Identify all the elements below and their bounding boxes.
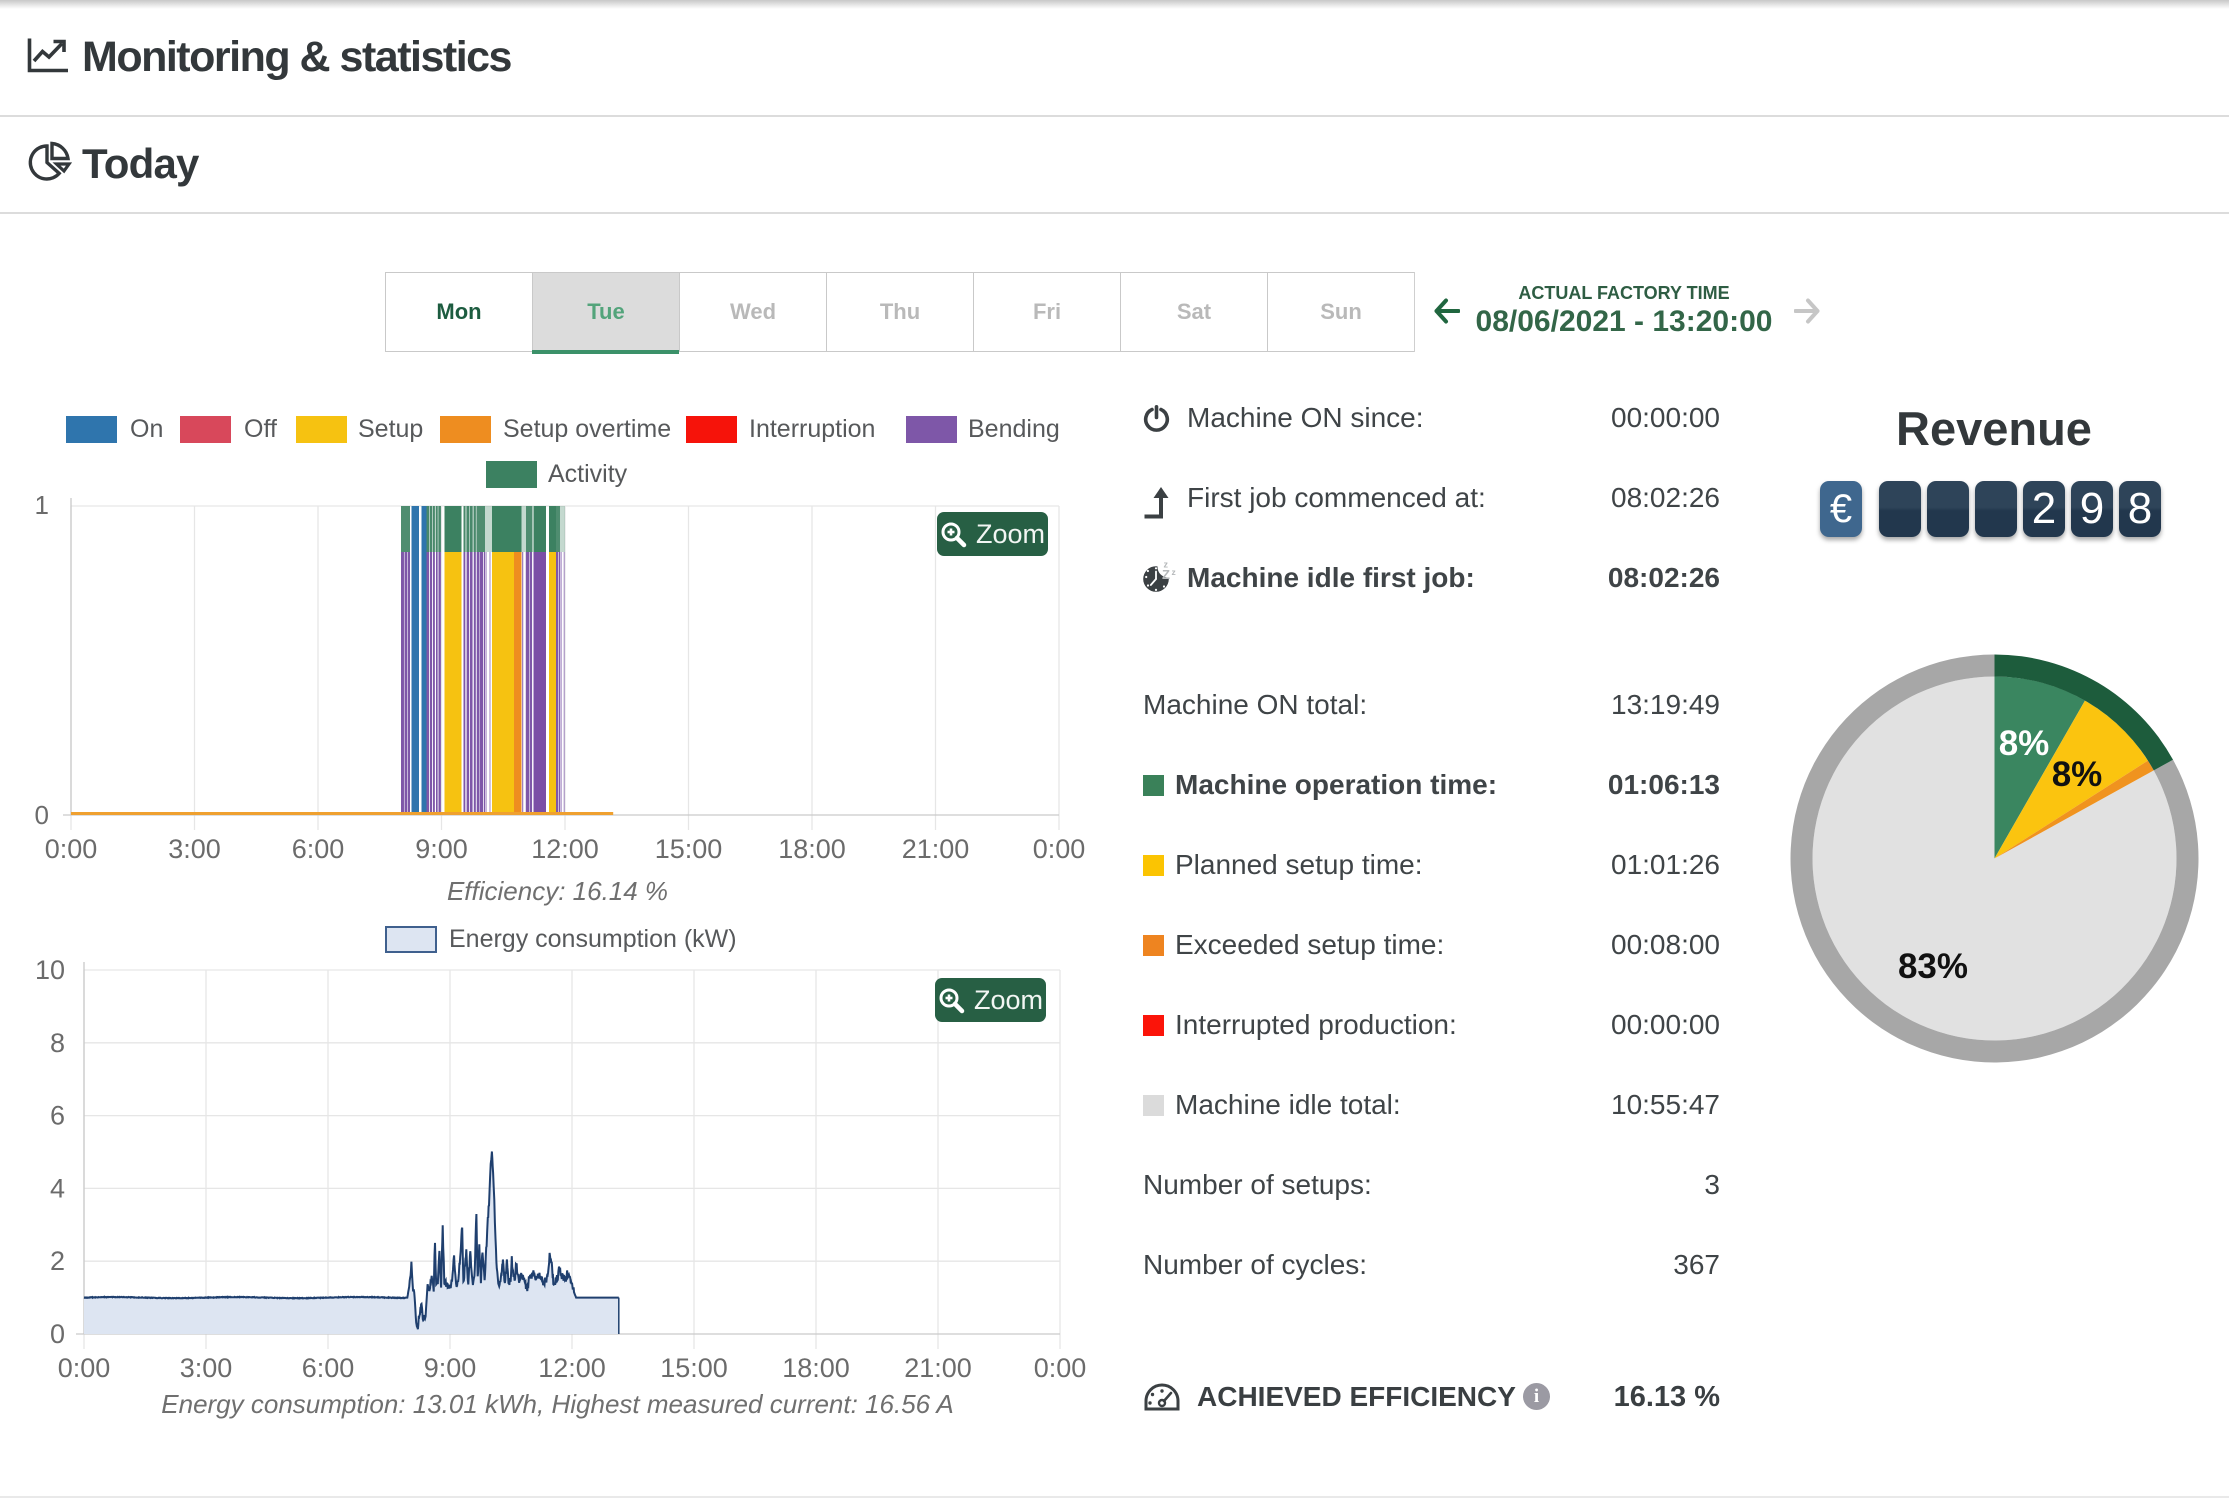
svg-text:18:00: 18:00 <box>782 1353 850 1383</box>
svg-text:15:00: 15:00 <box>660 1353 728 1383</box>
svg-text:8%: 8% <box>1999 724 2050 763</box>
svg-text:0: 0 <box>50 1319 65 1349</box>
svg-text:0:00: 0:00 <box>58 1353 111 1383</box>
svg-text:0:00: 0:00 <box>1034 1353 1087 1383</box>
svg-text:2: 2 <box>50 1246 65 1276</box>
svg-text:4: 4 <box>50 1173 65 1203</box>
svg-text:12:00: 12:00 <box>538 1353 606 1383</box>
svg-text:83%: 83% <box>1898 947 1968 986</box>
svg-text:6:00: 6:00 <box>302 1353 355 1383</box>
svg-text:9:00: 9:00 <box>424 1353 477 1383</box>
svg-text:8%: 8% <box>2052 755 2103 794</box>
svg-text:21:00: 21:00 <box>904 1353 972 1383</box>
svg-text:3:00: 3:00 <box>180 1353 233 1383</box>
